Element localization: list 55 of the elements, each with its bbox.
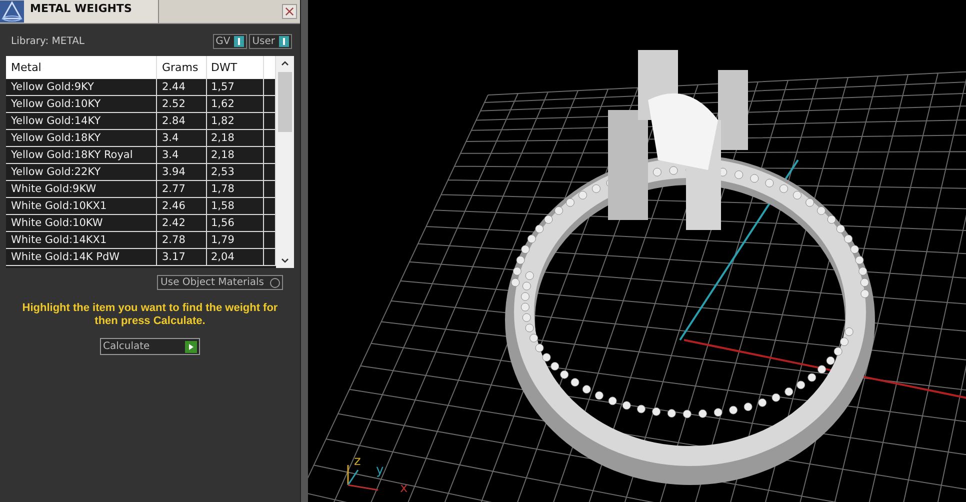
table-cell: Yellow Gold:14KY — [6, 113, 157, 129]
table-cell: White Gold:9KW — [6, 181, 157, 197]
instruction-text: Highlight the item you want to find the weight for then press Calculate. — [21, 302, 279, 328]
panel-title: METAL WEIGHTS — [24, 0, 159, 23]
table-cell: 3.4 — [157, 147, 207, 163]
table-cell: 2.52 — [157, 96, 207, 112]
table-cell: 2.42 — [157, 215, 207, 231]
axis-gizmo-drawing — [347, 465, 378, 491]
table-cell: 2,53 — [207, 164, 264, 180]
table-cell: 2,18 — [207, 147, 264, 163]
close-button[interactable] — [282, 4, 297, 19]
table-cell: 1,62 — [207, 96, 264, 112]
table-cell: White Gold:14K PdW — [6, 249, 157, 265]
table-cell: 1,58 — [207, 198, 264, 214]
table-cell: Yellow Gold:9KY — [6, 79, 157, 95]
table-cell: 2.78 — [157, 232, 207, 248]
table-cell: 3.17 — [157, 249, 207, 265]
column-header[interactable]: Grams — [157, 56, 207, 79]
axis-label: y — [376, 463, 384, 478]
scrollbar[interactable] — [276, 56, 294, 268]
column-header[interactable]: Metal — [6, 56, 157, 79]
calculate-button[interactable]: Calculate — [100, 338, 200, 355]
table-cell: 2.84 — [157, 113, 207, 129]
use-object-materials-toggle[interactable]: Use Object Materials — [156, 275, 283, 290]
table-cell: White Gold:10KW — [6, 215, 157, 231]
table-cell: 2,04 — [207, 249, 264, 265]
scroll-down-icon[interactable] — [281, 258, 289, 264]
table-cell: Yellow Gold:18KY Royal — [6, 147, 157, 163]
scroll-up-icon[interactable] — [281, 60, 289, 66]
column-header[interactable]: DWT — [207, 56, 264, 79]
axis-label: x — [400, 481, 408, 496]
table-cell: 3.94 — [157, 164, 207, 180]
table-cell: White Gold:10KX1 — [6, 198, 157, 214]
pyramid-logo-icon — [0, 0, 24, 23]
table-cell: 2.77 — [157, 181, 207, 197]
table-cell: Yellow Gold:10KY — [6, 96, 157, 112]
table-cell: 3.4 — [157, 130, 207, 146]
table-cell: Yellow Gold:18KY — [6, 130, 157, 146]
table-cell: 1,79 — [207, 232, 264, 248]
table-cell: White Gold:14KX1 — [6, 232, 157, 248]
play-icon — [185, 340, 197, 352]
axis-label: z — [354, 454, 361, 469]
table-cell: 1,78 — [207, 181, 264, 197]
scroll-thumb[interactable] — [278, 72, 292, 132]
toggle-button[interactable]: GV — [212, 34, 248, 49]
table-cell: 2.46 — [157, 198, 207, 214]
toggle-button[interactable]: User — [249, 34, 292, 49]
close-icon — [285, 7, 294, 16]
table-cell: 2,18 — [207, 130, 264, 146]
table-cell: 1,56 — [207, 215, 264, 231]
table-cell: 1,57 — [207, 79, 264, 95]
table-cell: 1,82 — [207, 113, 264, 129]
table-cell: Yellow Gold:22KY — [6, 164, 157, 180]
library-label: Library: METAL — [11, 36, 84, 47]
table-cell: 2.44 — [157, 79, 207, 95]
